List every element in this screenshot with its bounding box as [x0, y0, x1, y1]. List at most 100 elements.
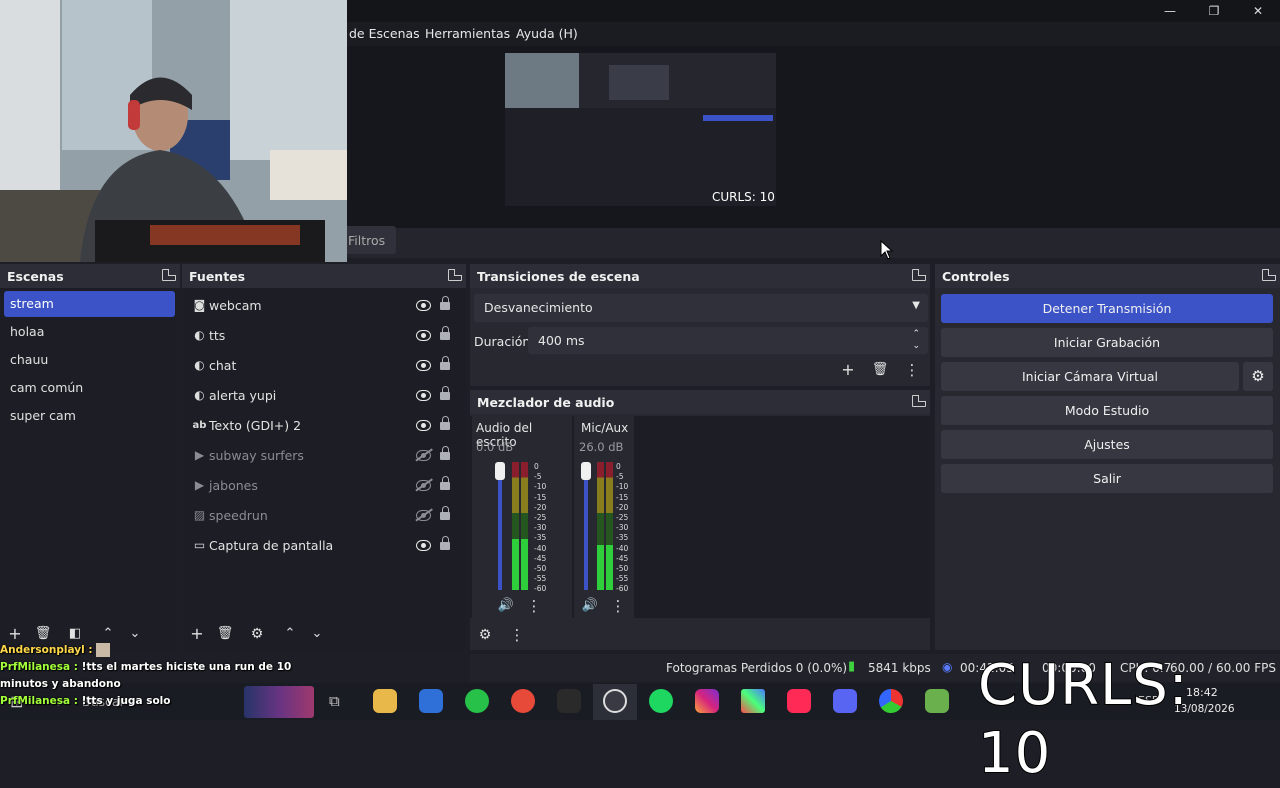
app-icon[interactable]	[741, 689, 765, 713]
scene-item-chauu[interactable]: chauu	[4, 347, 175, 373]
menu-tools[interactable]: Herramientas	[425, 26, 510, 41]
move-up-icon[interactable]: ⌃	[98, 624, 118, 644]
start-virtual-camera-button[interactable]: Iniciar Cámara Virtual	[941, 362, 1239, 391]
add-source-button[interactable]: +	[187, 624, 207, 644]
minecraft-icon[interactable]	[925, 689, 949, 713]
scenes-title: Escenas	[0, 264, 180, 288]
spinner-icon[interactable]: ⌃ ⌄	[912, 328, 920, 352]
eye-icon[interactable]	[416, 360, 431, 371]
studio-mode-button[interactable]: Modo Estudio	[941, 396, 1273, 425]
move-down-icon[interactable]: ⌄	[125, 624, 145, 644]
source-item-alerta-yupi[interactable]: ◐ alerta yupi	[186, 381, 458, 411]
source-item-tts[interactable]: ◐ tts	[186, 321, 458, 351]
more-options-icon[interactable]: ⋮	[902, 360, 922, 380]
volume-slider-handle[interactable]	[495, 462, 505, 480]
eye-icon[interactable]	[416, 420, 431, 431]
eye-icon[interactable]	[416, 300, 431, 311]
popout-icon[interactable]	[912, 269, 926, 281]
lock-icon[interactable]	[440, 356, 450, 370]
source-item-webcam[interactable]: ◙ webcam	[186, 291, 458, 321]
transition-select[interactable]: Desvanecimiento ▼	[474, 294, 928, 322]
chat-username: PrfMilanesa :	[0, 661, 78, 673]
store-icon[interactable]	[419, 689, 443, 713]
volume-slider-track[interactable]	[584, 464, 588, 590]
whatsapp-icon[interactable]	[465, 689, 489, 713]
browser-icon[interactable]	[879, 689, 903, 713]
more-options-icon[interactable]: ⋮	[524, 596, 544, 616]
speaker-icon[interactable]: 🔊	[580, 596, 600, 616]
popout-icon[interactable]	[448, 269, 462, 281]
source-item-chat[interactable]: ◐ chat	[186, 351, 458, 381]
remove-source-icon[interactable]: 🗑	[215, 624, 235, 644]
exit-button[interactable]: Salir	[941, 464, 1273, 493]
eye-hidden-icon[interactable]	[416, 480, 431, 491]
popout-icon[interactable]	[912, 395, 926, 407]
start-recording-button[interactable]: Iniciar Grabación	[941, 328, 1273, 357]
stop-streaming-button[interactable]: Detener Transmisión	[941, 294, 1273, 323]
popout-icon[interactable]	[162, 269, 176, 281]
more-options-icon[interactable]: ⋮	[507, 625, 527, 645]
source-item-speedrun[interactable]: ▨ speedrun	[186, 501, 458, 531]
lock-icon[interactable]	[440, 296, 450, 310]
eye-hidden-icon[interactable]	[416, 450, 431, 461]
duration-input[interactable]: 400 ms ⌃ ⌄	[528, 327, 928, 354]
source-settings-icon[interactable]: ⚙	[247, 624, 267, 644]
scene-item-cam-comun[interactable]: cam común	[4, 375, 175, 401]
maximize-button[interactable]: ❐	[1192, 0, 1236, 22]
source-item-captura[interactable]: ▭ Captura de pantalla	[186, 531, 458, 561]
close-window-button[interactable]: ✕	[1236, 0, 1280, 22]
speaker-icon[interactable]: 🔊	[496, 596, 516, 616]
virtual-camera-settings-icon[interactable]: ⚙	[1243, 362, 1273, 391]
lock-icon[interactable]	[440, 506, 450, 520]
add-scene-button[interactable]: +	[5, 624, 25, 644]
chat-username: PrfMilanesa :	[0, 695, 78, 707]
audio-mixer-dock: Mezclador de audio Audio del escrito 0.0…	[470, 390, 930, 650]
spotify-icon[interactable]	[649, 689, 673, 713]
remove-scene-icon[interactable]: 🗑	[33, 624, 53, 644]
program-preview[interactable]: CURLS: 10	[505, 53, 776, 206]
lock-icon[interactable]	[440, 416, 450, 430]
discord-icon[interactable]	[833, 689, 857, 713]
scene-filters-icon[interactable]: ◧	[65, 624, 85, 644]
image-icon: ▨	[193, 508, 206, 522]
advanced-audio-icon[interactable]: ⚙	[475, 625, 495, 645]
instagram-icon[interactable]	[695, 689, 719, 713]
remove-transition-icon[interactable]: 🗑	[870, 360, 890, 380]
lock-icon[interactable]	[440, 446, 450, 460]
menu-scenes[interactable]: de Escenas	[349, 26, 420, 41]
eye-icon[interactable]	[416, 540, 431, 551]
volume-slider-track[interactable]	[498, 464, 502, 590]
tiktok-icon[interactable]	[787, 689, 811, 713]
minimize-button[interactable]: —	[1148, 0, 1192, 22]
lock-icon[interactable]	[440, 386, 450, 400]
more-options-icon[interactable]: ⋮	[608, 596, 628, 616]
mixer-title: Mezclador de audio	[470, 390, 930, 414]
lock-icon[interactable]	[440, 326, 450, 340]
settings-button[interactable]: Ajustes	[941, 430, 1273, 459]
volume-slider-handle[interactable]	[581, 462, 591, 480]
scene-item-stream[interactable]: stream	[4, 291, 175, 317]
epic-games-icon[interactable]	[557, 689, 581, 713]
add-transition-button[interactable]: +	[838, 360, 858, 380]
sources-title: Fuentes	[182, 264, 466, 288]
move-down-icon[interactable]: ⌄	[307, 624, 327, 644]
menu-help[interactable]: Ayuda (H)	[516, 26, 578, 41]
scene-item-holaa[interactable]: holaa	[4, 319, 175, 345]
duration-value: 400 ms	[538, 333, 585, 348]
lock-icon[interactable]	[440, 476, 450, 490]
source-item-subway-surfers[interactable]: ▶ subway surfers	[186, 441, 458, 471]
lock-icon[interactable]	[440, 536, 450, 550]
chrome-icon[interactable]	[511, 689, 535, 713]
eye-hidden-icon[interactable]	[416, 510, 431, 521]
file-explorer-icon[interactable]	[373, 689, 397, 713]
monitor-icon: ▭	[193, 538, 206, 552]
scene-item-super-cam[interactable]: super cam	[4, 403, 175, 429]
source-item-texto[interactable]: ab Texto (GDI+) 2	[186, 411, 458, 441]
sources-list: ◙ webcam ◐ tts ◐ chat ◐ alerta yupi ab T…	[182, 288, 466, 650]
obs-icon[interactable]	[603, 689, 627, 713]
popout-icon[interactable]	[1262, 269, 1276, 281]
eye-icon[interactable]	[416, 330, 431, 341]
move-up-icon[interactable]: ⌃	[280, 624, 300, 644]
eye-icon[interactable]	[416, 390, 431, 401]
source-item-jabones[interactable]: ▶ jabones	[186, 471, 458, 501]
